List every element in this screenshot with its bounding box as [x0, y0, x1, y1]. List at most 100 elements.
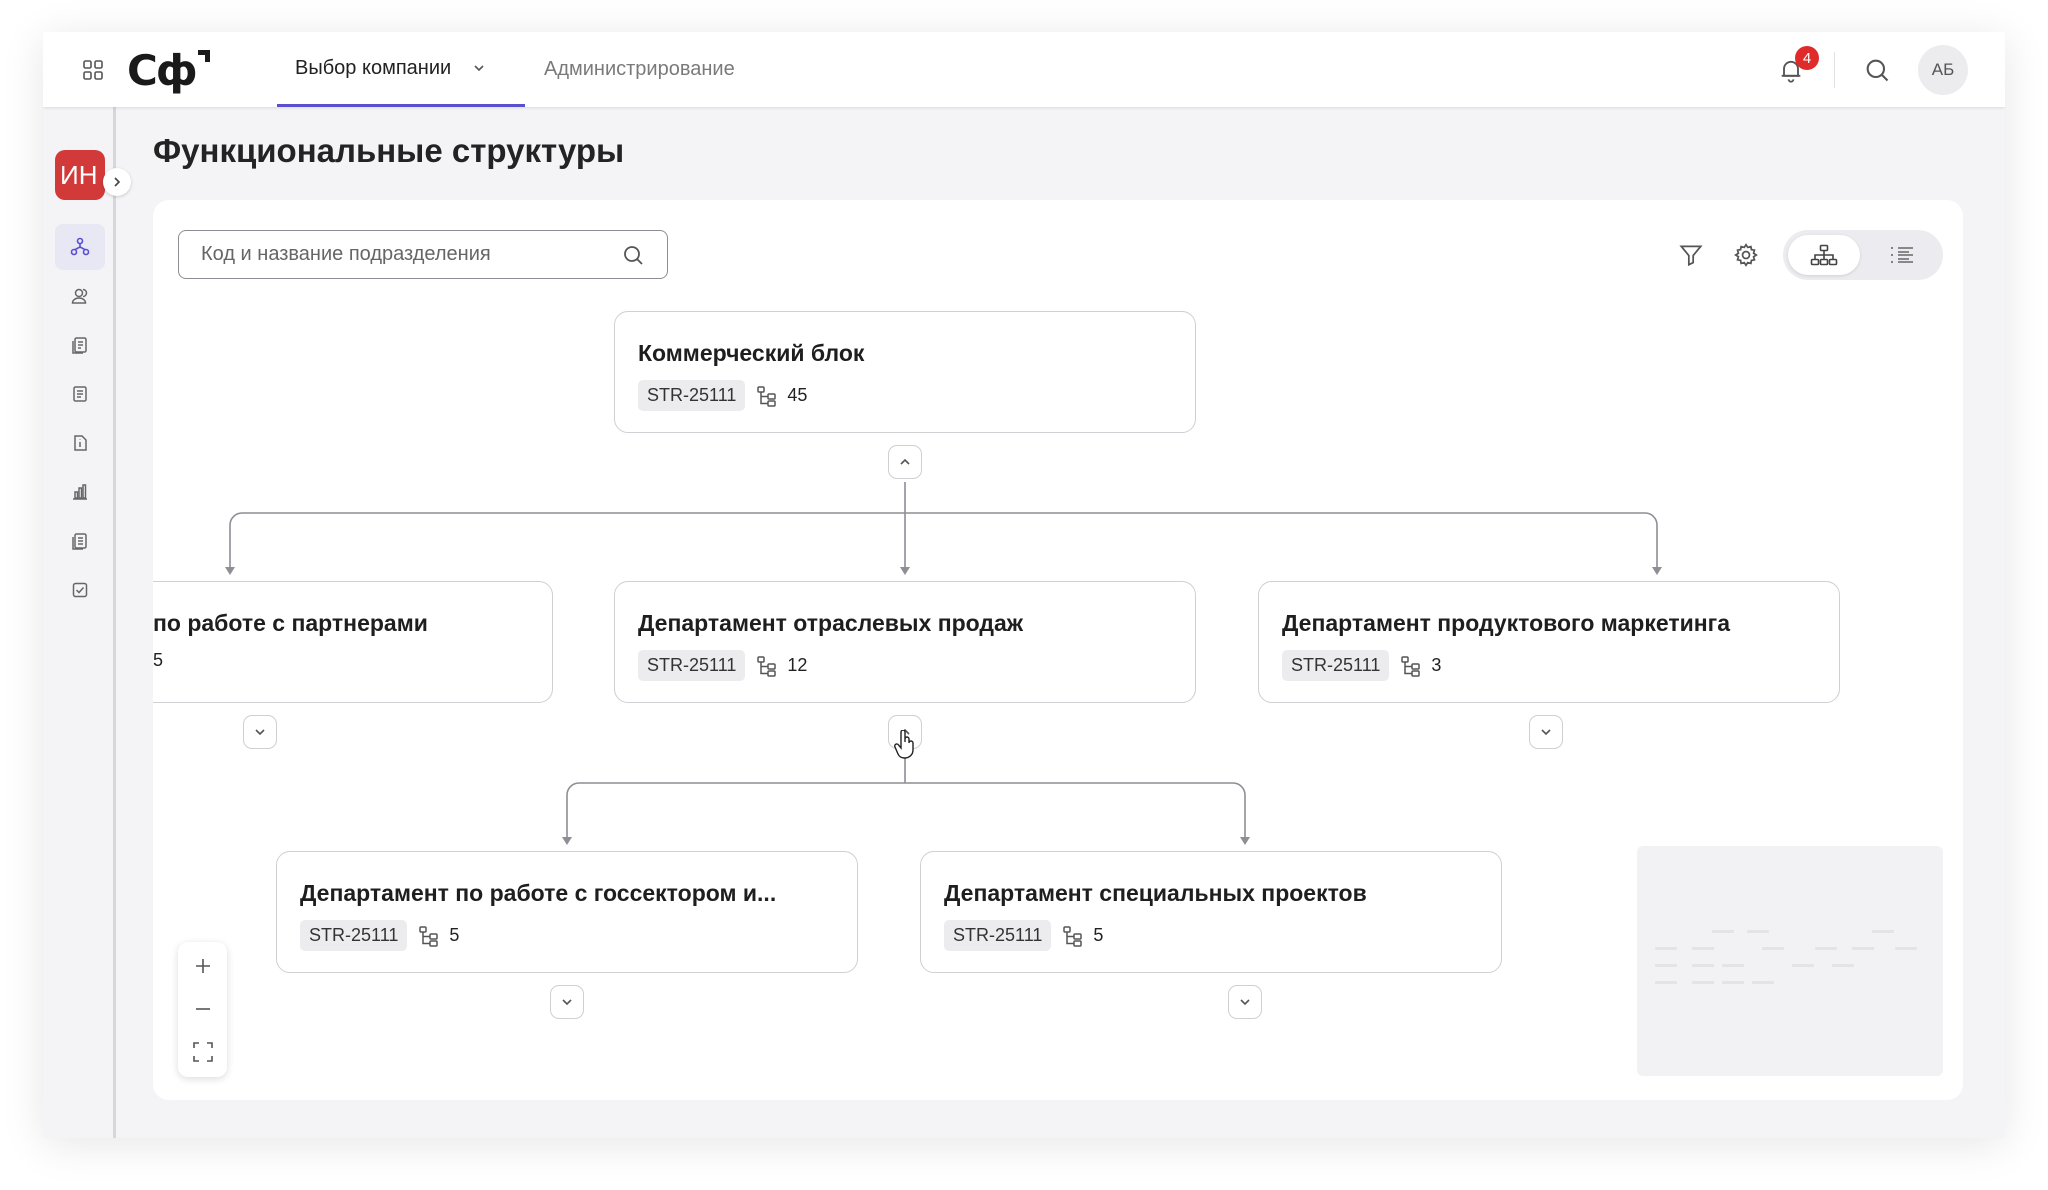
search-icon[interactable] [621, 243, 645, 267]
nav-tab-company-select-label: Выбор компании [295, 56, 452, 79]
search-input[interactable] [201, 243, 611, 266]
hierarchy-icon [1401, 655, 1421, 677]
app-logo[interactable]: Сф [127, 46, 210, 95]
child-count: 5 [449, 925, 460, 945]
org-card-product-marketing[interactable]: Департамент продуктового маркетинга STR-… [1258, 581, 1840, 703]
chevron-down-icon [1541, 729, 1551, 736]
org-code-tag: STR-25111 [300, 920, 408, 951]
chart-icon [73, 484, 87, 500]
filter-icon [1679, 245, 1703, 267]
view-mode-toggle [1783, 230, 1943, 280]
chevron-down-icon [562, 999, 572, 1006]
nav-tab-company-select[interactable]: Выбор компании [277, 32, 525, 107]
nav-tab-administration[interactable]: Администрирование [544, 32, 735, 107]
sidebar-item-users[interactable] [55, 273, 105, 319]
users-icon [71, 288, 88, 304]
hierarchy-icon [419, 925, 439, 947]
org-card-meta: STR-25111 3 [1282, 650, 1815, 681]
sidebar-item-org-structure[interactable] [55, 224, 105, 270]
sidebar-expand-button[interactable] [103, 168, 131, 196]
checklist-icon [72, 582, 88, 598]
document-icon [73, 386, 87, 402]
org-card-title: по работе с партнерами [153, 610, 428, 636]
fit-to-screen-button[interactable] [178, 1032, 227, 1072]
search-field[interactable] [178, 230, 668, 279]
zoom-controls [178, 942, 227, 1077]
company-badge[interactable]: ИН [55, 150, 105, 200]
collapse-button[interactable] [888, 715, 922, 749]
page-title: Функциональные структуры [153, 132, 625, 169]
settings-button[interactable] [1731, 240, 1761, 270]
documents-icon [72, 337, 87, 354]
chevron-up-icon [900, 458, 910, 465]
chevron-right-icon [114, 177, 121, 187]
logo-text: Сф [127, 46, 197, 95]
org-card-partners[interactable]: по работе с партнерами 5 [153, 581, 553, 703]
chevron-up-icon [900, 728, 910, 735]
org-card-meta: STR-25111 5 [300, 920, 833, 951]
child-count: 5 [1093, 925, 1104, 945]
app-window: Сф Выбор компании Администрирование 4 АБ… [43, 32, 2005, 1138]
sidebar-item-document[interactable] [55, 371, 105, 417]
child-count: 5 [153, 650, 164, 670]
org-card-public-sector[interactable]: Департамент по работе с госсектором и...… [276, 851, 858, 973]
org-code-tag: STR-25111 [638, 650, 746, 681]
org-card-title: Коммерческий блок [638, 340, 865, 366]
topbar-divider [1834, 52, 1835, 88]
gear-icon [1734, 243, 1758, 267]
sidebar-item-analytics[interactable] [55, 469, 105, 515]
expand-button[interactable] [550, 985, 584, 1019]
expand-button[interactable] [1228, 985, 1262, 1019]
sidebar-item-documents[interactable] [55, 322, 105, 368]
documents-list-icon [72, 533, 87, 550]
child-count: 45 [787, 385, 808, 405]
hierarchy-icon [757, 655, 777, 677]
tree-view-icon [1810, 244, 1838, 266]
org-code-tag: STR-25111 [638, 380, 746, 411]
child-count: 12 [787, 655, 808, 675]
info-file-icon [74, 435, 87, 451]
org-code-tag: STR-25111 [944, 920, 1052, 951]
list-view-button[interactable] [1866, 235, 1938, 275]
zoom-out-button[interactable] [178, 989, 227, 1029]
child-count: 3 [1431, 655, 1442, 675]
org-card-meta: STR-25111 12 [638, 650, 1171, 681]
plus-icon [195, 959, 210, 973]
sidebar-item-tasks[interactable] [55, 567, 105, 613]
sidebar-item-info-file[interactable] [55, 420, 105, 466]
notification-count-badge: 4 [1795, 46, 1819, 70]
org-card-meta: STR-25111 5 [944, 920, 1477, 951]
hierarchy-icon [1063, 925, 1083, 947]
zoom-in-button[interactable] [178, 946, 227, 986]
logo-corner-mark [197, 50, 210, 62]
hierarchy-icon [757, 385, 777, 407]
top-bar: Сф Выбор компании Администрирование 4 АБ [43, 32, 2005, 107]
chevron-down-icon [255, 729, 265, 736]
org-card-special-projects[interactable]: Департамент специальных проектов STR-251… [920, 851, 1502, 973]
tree-view-button[interactable] [1788, 235, 1860, 275]
expand-button[interactable] [243, 715, 277, 749]
org-card-title: Департамент продуктового маркетинга [1282, 610, 1730, 636]
org-card-title: Департамент отраслевых продаж [638, 610, 1024, 636]
org-card-meta: 5 [153, 650, 528, 671]
org-code-tag: STR-25111 [1282, 650, 1390, 681]
expand-button[interactable] [1529, 715, 1563, 749]
filter-button[interactable] [1676, 240, 1706, 270]
list-view-icon [1891, 247, 1913, 263]
org-card-title: Департамент по работе с госсектором и... [300, 880, 777, 906]
chevron-down-icon [474, 65, 484, 72]
minus-icon [195, 1008, 210, 1010]
org-card-title: Департамент специальных проектов [944, 880, 1367, 906]
minimap[interactable] [1637, 846, 1943, 1076]
left-sidebar: ИН [43, 107, 131, 1138]
org-card-industry-sales[interactable]: Департамент отраслевых продаж STR-25111 … [614, 581, 1196, 703]
apps-grid-icon[interactable] [81, 58, 105, 82]
chevron-down-icon [1240, 999, 1250, 1006]
org-card-root[interactable]: Коммерческий блок STR-25111 45 [614, 311, 1196, 433]
structure-panel: Коммерческий блок STR-25111 45 по работе… [153, 200, 1963, 1100]
org-card-meta: STR-25111 45 [638, 380, 1171, 411]
user-avatar[interactable]: АБ [1918, 45, 1968, 95]
collapse-button[interactable] [888, 445, 922, 479]
sidebar-item-documents-list[interactable] [55, 518, 105, 564]
search-icon[interactable] [1863, 56, 1891, 84]
